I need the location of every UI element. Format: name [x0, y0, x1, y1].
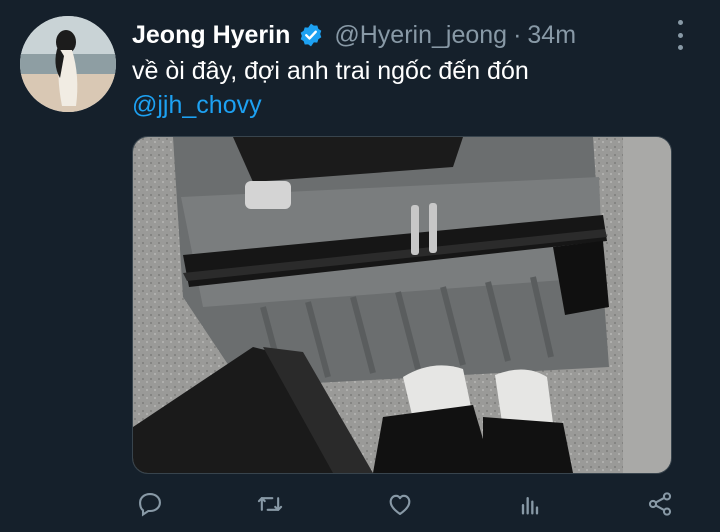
mention-link[interactable]: @jjh_chovy: [132, 88, 692, 122]
verified-badge-icon: [298, 22, 324, 48]
tweet-media-image[interactable]: [132, 136, 672, 474]
separator-dot: ·: [513, 20, 522, 49]
tweet-body: về òi đây, đợi anh trai ngốc đến đón: [132, 57, 529, 85]
tweet-actions: [132, 482, 692, 526]
analytics-icon[interactable]: [512, 486, 548, 522]
author-handle[interactable]: @Hyerin_jeong: [334, 21, 507, 50]
tweet-timestamp[interactable]: 34m: [527, 21, 576, 50]
author-name[interactable]: Jeong Hyerin: [132, 21, 290, 50]
tweet-header: Jeong Hyerin @Hyerin_jeong · 34m: [132, 18, 576, 52]
more-options-icon[interactable]: [672, 20, 688, 50]
reply-icon[interactable]: [132, 486, 168, 522]
suitcase-photo: [133, 137, 671, 473]
avatar[interactable]: [20, 16, 116, 112]
retweet-icon[interactable]: [252, 486, 288, 522]
share-icon[interactable]: [642, 486, 678, 522]
tweet-text: về òi đây, đợi anh trai ngốc đến đón @jj…: [132, 54, 692, 122]
avatar-photo: [20, 16, 116, 112]
like-icon[interactable]: [382, 486, 418, 522]
